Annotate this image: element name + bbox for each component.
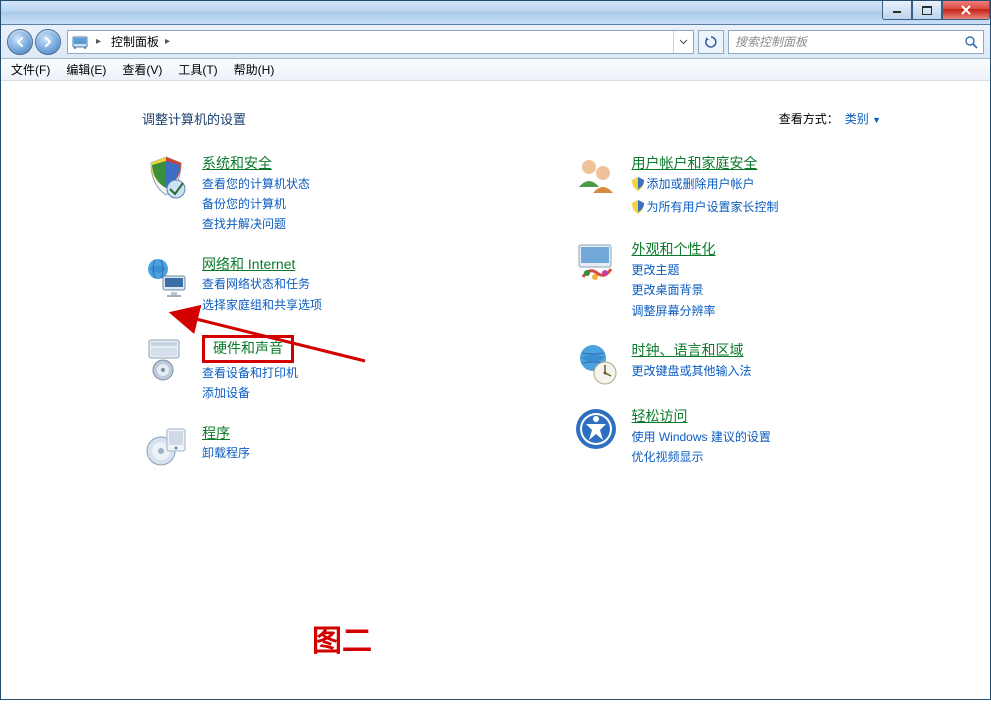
- category-sublink[interactable]: 为所有用户设置家长控制: [632, 197, 779, 220]
- category-sublink[interactable]: 添加或删除用户帐户: [632, 174, 779, 197]
- category-sublink[interactable]: 添加设备: [202, 383, 298, 403]
- search-box[interactable]: [728, 30, 984, 54]
- category-title-link[interactable]: 轻松访问: [632, 408, 688, 424]
- category-columns: 系统和安全 查看您的计算机状态 备份您的计算机 查找并解决问题: [142, 152, 961, 488]
- shield-icon: [632, 200, 644, 220]
- menu-tools[interactable]: 工具(T): [170, 59, 225, 80]
- menu-file[interactable]: 文件(F): [3, 59, 58, 80]
- menu-edit[interactable]: 编辑(E): [58, 59, 114, 80]
- forward-button[interactable]: [35, 29, 61, 55]
- back-button[interactable]: [7, 29, 33, 55]
- nav-buttons: [7, 29, 63, 55]
- category-sublink[interactable]: 查看网络状态和任务: [202, 274, 322, 294]
- category-sublink[interactable]: 查找并解决问题: [202, 214, 310, 234]
- category-system-security: 系统和安全 查看您的计算机状态 备份您的计算机 查找并解决问题: [142, 152, 532, 235]
- menu-help[interactable]: 帮助(H): [226, 59, 283, 80]
- maximize-button[interactable]: [912, 1, 942, 20]
- category-user-accounts: 用户帐户和家庭安全 添加或删除用户帐户 为所有用户设置家长控制: [572, 152, 962, 220]
- programs-icon: [142, 422, 190, 470]
- view-by: 查看方式： 类别 ▼: [779, 110, 881, 127]
- shield-icon: [632, 177, 644, 197]
- category-sublink[interactable]: 更改键盘或其他输入法: [632, 361, 752, 381]
- system-security-icon: [142, 152, 190, 200]
- hardware-sound-icon: [142, 333, 190, 381]
- category-title-link[interactable]: 程序: [202, 425, 230, 441]
- breadcrumb-text[interactable]: 控制面板: [111, 33, 159, 50]
- category-sublink[interactable]: 查看您的计算机状态: [202, 174, 310, 194]
- category-sublink[interactable]: 更改桌面背景: [632, 280, 716, 300]
- breadcrumb-sep-icon: ▸: [92, 36, 105, 47]
- breadcrumb-sep-icon: ▸: [161, 36, 174, 47]
- view-by-value[interactable]: 类别 ▼: [845, 110, 881, 127]
- category-appearance: 外观和个性化 更改主题 更改桌面背景 调整屏幕分辨率: [572, 238, 962, 321]
- category-sublink[interactable]: 更改主题: [632, 260, 716, 280]
- chevron-down-icon: ▼: [872, 115, 881, 125]
- category-clock-region: 时钟、语言和区域 更改键盘或其他输入法: [572, 339, 962, 387]
- page-title: 调整计算机的设置: [142, 109, 246, 128]
- user-accounts-icon: [572, 152, 620, 200]
- search-input[interactable]: [729, 35, 959, 49]
- breadcrumb[interactable]: 控制面板 ▸: [105, 33, 673, 50]
- appearance-icon: [572, 238, 620, 286]
- annotation-label: 图二: [312, 616, 372, 660]
- heading-row: 调整计算机的设置 查看方式： 类别 ▼: [142, 109, 961, 128]
- category-ease-of-access: 轻松访问 使用 Windows 建议的设置 优化视频显示: [572, 405, 962, 467]
- category-title-link[interactable]: 外观和个性化: [632, 241, 716, 257]
- category-sublink[interactable]: 卸载程序: [202, 443, 250, 463]
- window-controls: [882, 1, 990, 20]
- category-title-link[interactable]: 系统和安全: [202, 155, 272, 171]
- category-sublink[interactable]: 使用 Windows 建议的设置: [632, 427, 771, 447]
- close-button[interactable]: [942, 1, 990, 20]
- category-programs: 程序 卸载程序: [142, 422, 532, 470]
- view-by-label: 查看方式：: [779, 110, 839, 127]
- category-sublink[interactable]: 调整屏幕分辨率: [632, 301, 716, 321]
- category-sublink[interactable]: 查看设备和打印机: [202, 363, 298, 383]
- ease-of-access-icon: [572, 405, 620, 453]
- menu-bar: 文件(F) 编辑(E) 查看(V) 工具(T) 帮助(H): [1, 59, 990, 81]
- minimize-button[interactable]: [882, 1, 912, 20]
- category-sublink[interactable]: 优化视频显示: [632, 447, 771, 467]
- left-column: 系统和安全 查看您的计算机状态 备份您的计算机 查找并解决问题: [142, 152, 532, 488]
- category-title-link[interactable]: 用户帐户和家庭安全: [632, 155, 758, 171]
- address-bar[interactable]: ▸ 控制面板 ▸: [67, 30, 694, 54]
- control-panel-icon: [68, 31, 92, 53]
- address-dropdown-button[interactable]: [673, 31, 693, 53]
- category-title-link[interactable]: 网络和 Internet: [202, 256, 295, 272]
- search-icon[interactable]: [959, 35, 983, 49]
- category-sublink[interactable]: 选择家庭组和共享选项: [202, 295, 322, 315]
- refresh-button[interactable]: [698, 30, 724, 54]
- titlebar[interactable]: [1, 1, 990, 25]
- network-icon: [142, 253, 190, 301]
- category-sublink[interactable]: 备份您的计算机: [202, 194, 310, 214]
- category-title-link[interactable]: 时钟、语言和区域: [632, 342, 744, 358]
- navigation-bar: ▸ 控制面板 ▸: [1, 25, 990, 59]
- right-column: 用户帐户和家庭安全 添加或删除用户帐户 为所有用户设置家长控制: [572, 152, 962, 488]
- category-title-highlighted[interactable]: 硬件和声音: [202, 335, 294, 363]
- content-area: 调整计算机的设置 查看方式： 类别 ▼: [2, 81, 989, 698]
- category-hardware-sound: 硬件和声音 查看设备和打印机 添加设备: [142, 333, 532, 403]
- clock-region-icon: [572, 339, 620, 387]
- menu-view[interactable]: 查看(V): [114, 59, 170, 80]
- window-frame: ▸ 控制面板 ▸ 文件(F: [0, 0, 991, 700]
- category-network-internet: 网络和 Internet 查看网络状态和任务 选择家庭组和共享选项: [142, 253, 532, 315]
